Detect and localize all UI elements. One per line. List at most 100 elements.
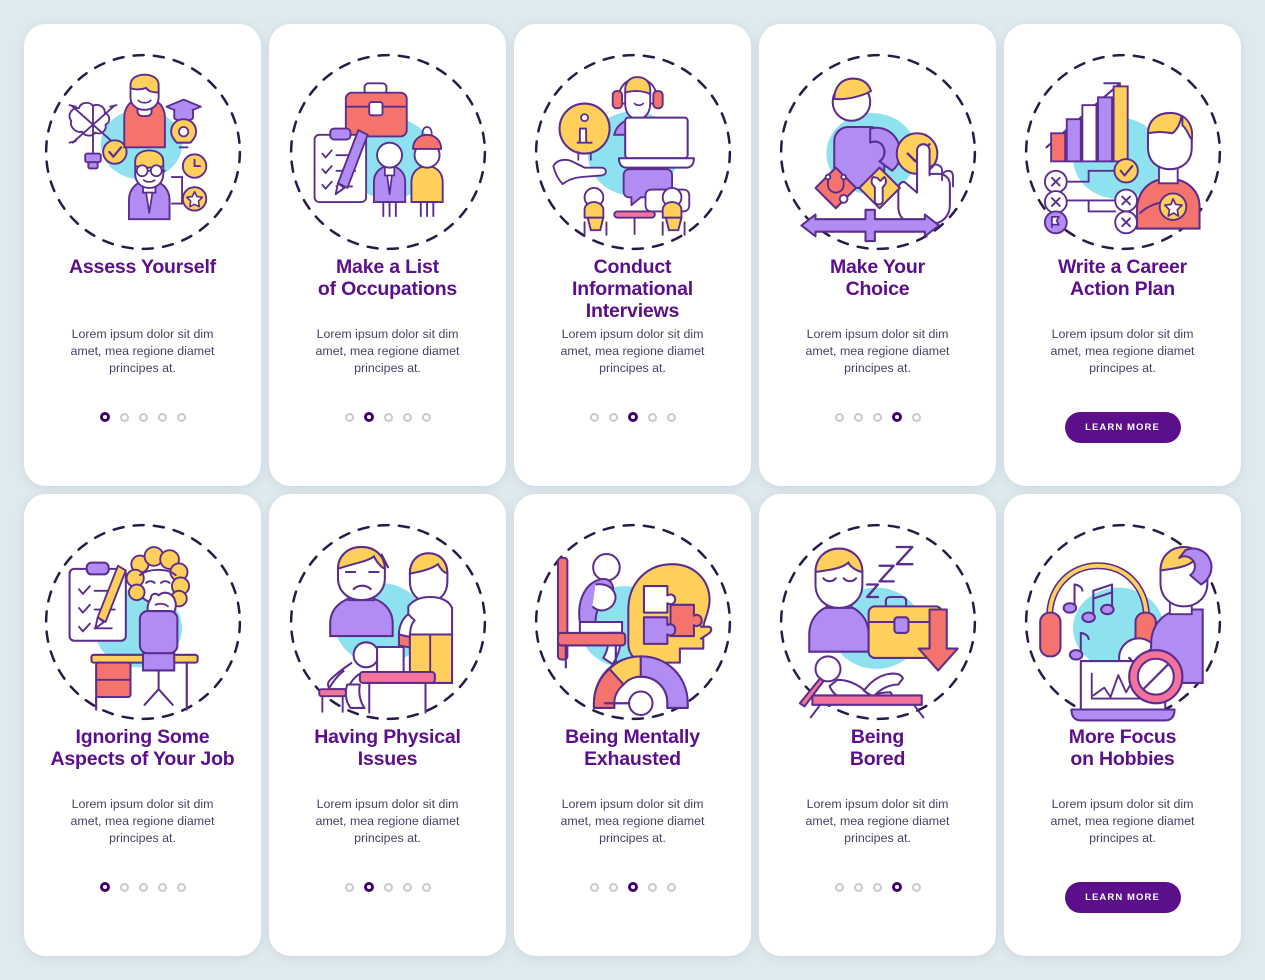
being-bored-illustration — [779, 523, 976, 721]
pagination-dot-4[interactable] — [402, 412, 412, 422]
pagination-dot-5[interactable] — [421, 882, 431, 892]
pagination-dots[interactable] — [99, 412, 186, 422]
physical-issues-illustration — [289, 523, 486, 721]
learn-more-button[interactable]: LEARN MORE — [1064, 412, 1181, 443]
card-body-text: Lorem ipsum dolor sit dim amet, mea regi… — [70, 797, 215, 846]
pagination-dot-3[interactable] — [872, 412, 882, 422]
learn-more-button[interactable]: LEARN MORE — [1064, 882, 1181, 913]
pagination-dot-1-active[interactable] — [99, 882, 110, 892]
pagination-dot-3[interactable] — [383, 412, 393, 422]
card-body-text: Lorem ipsum dolor sit dim amet, mea regi… — [560, 327, 705, 376]
card-title: Assess Yourself — [69, 256, 216, 278]
card-body-text: Lorem ipsum dolor sit dim amet, mea regi… — [315, 797, 460, 846]
pagination-dot-3-active[interactable] — [627, 412, 638, 422]
illustration-container — [279, 504, 496, 722]
pagination-dot-5[interactable] — [176, 882, 186, 892]
pagination-dots[interactable] — [589, 412, 676, 422]
card-grid: Assess Yourself Lorem ipsum dolor sit dim… — [0, 0, 1265, 980]
pagination-dot-2-active[interactable] — [363, 882, 374, 892]
pagination-dot-4-active[interactable] — [891, 412, 902, 422]
more-focus-hobbies-illustration — [1024, 523, 1221, 722]
informational-interviews-illustration — [534, 53, 731, 251]
illustration-container — [769, 504, 986, 722]
pagination-dot-1[interactable] — [344, 412, 354, 422]
pagination-dots[interactable] — [344, 412, 431, 422]
pagination-dot-3-active[interactable] — [627, 882, 638, 892]
pagination-dot-4[interactable] — [402, 882, 412, 892]
pagination-dot-4[interactable] — [157, 882, 167, 892]
pagination-dot-3[interactable] — [138, 882, 148, 892]
pagination-dot-1[interactable] — [834, 882, 844, 892]
card-body-text: Lorem ipsum dolor sit dim amet, mea regi… — [1050, 797, 1195, 846]
pagination-dot-1[interactable] — [344, 882, 354, 892]
ignoring-job-aspects-illustration — [44, 523, 241, 721]
pagination-dot-2[interactable] — [853, 882, 863, 892]
card-more-focus-on-hobbies[interactable]: More Focus on Hobbies Lorem ipsum dolor s… — [1004, 494, 1241, 956]
card-body-text: Lorem ipsum dolor sit dim amet, mea regi… — [805, 327, 950, 376]
pagination-dot-1[interactable] — [834, 412, 844, 422]
pagination-dot-1[interactable] — [589, 882, 599, 892]
pagination-dot-5[interactable] — [176, 412, 186, 422]
pagination-dot-1[interactable] — [589, 412, 599, 422]
pagination-dot-3[interactable] — [872, 882, 882, 892]
pagination-dots[interactable] — [589, 882, 676, 892]
pagination-dot-3[interactable] — [383, 882, 393, 892]
card-write-a-career-action-plan[interactable]: Write a Career Action Plan Lorem ipsum do… — [1004, 24, 1241, 486]
pagination-dot-5[interactable] — [911, 412, 921, 422]
card-body-text: Lorem ipsum dolor sit dim amet, mea regi… — [805, 797, 950, 846]
make-your-choice-illustration — [779, 53, 976, 251]
card-being-bored[interactable]: Being Bored Lorem ipsum dolor sit dim ame… — [759, 494, 996, 956]
pagination-dots[interactable] — [344, 882, 431, 892]
pagination-dots[interactable] — [99, 882, 186, 892]
pagination-dot-5[interactable] — [666, 882, 676, 892]
illustration-container — [1014, 34, 1231, 252]
pagination-dot-4-active[interactable] — [891, 882, 902, 892]
pagination-dot-4[interactable] — [157, 412, 167, 422]
card-conduct-informational-interviews[interactable]: Conduct Informational Interviews Lorem ip… — [514, 24, 751, 486]
card-body-text: Lorem ipsum dolor sit dim amet, mea regi… — [1050, 327, 1195, 376]
card-having-physical-issues[interactable]: Having Physical Issues Lorem ipsum dolor … — [269, 494, 506, 956]
illustration-container — [769, 34, 986, 252]
illustration-container — [34, 34, 251, 252]
pagination-dot-3[interactable] — [138, 412, 148, 422]
pagination-dot-5[interactable] — [666, 412, 676, 422]
card-title: Make a List of Occupations — [317, 256, 458, 301]
pagination-dot-2[interactable] — [608, 412, 618, 422]
mentally-exhausted-illustration — [534, 523, 731, 721]
assess-yourself-illustration — [44, 53, 241, 251]
card-ignoring-some-aspects-of-your-job[interactable]: Ignoring Some Aspects of Your Job Lorem i… — [24, 494, 261, 956]
onboarding-screens-board: Assess Yourself Lorem ipsum dolor sit dim… — [0, 0, 1265, 980]
pagination-dot-5[interactable] — [421, 412, 431, 422]
illustration-container — [279, 34, 496, 252]
card-title: Conduct Informational Interviews — [572, 256, 693, 323]
pagination-dot-1-active[interactable] — [99, 412, 110, 422]
pagination-dot-5[interactable] — [911, 882, 921, 892]
pagination-dots[interactable] — [834, 412, 921, 422]
illustration-container — [524, 34, 741, 252]
career-action-plan-illustration — [1024, 53, 1221, 251]
pagination-dot-2[interactable] — [119, 882, 129, 892]
card-body-text: Lorem ipsum dolor sit dim amet, mea regi… — [315, 327, 460, 376]
card-title: Write a Career Action Plan — [1057, 256, 1188, 301]
card-title: More Focus on Hobbies — [1068, 726, 1177, 771]
card-title: Being Mentally Exhausted — [565, 726, 700, 771]
pagination-dot-2[interactable] — [853, 412, 863, 422]
pagination-dot-2[interactable] — [119, 412, 129, 422]
pagination-dot-4[interactable] — [647, 882, 657, 892]
card-title: Having Physical Issues — [314, 726, 461, 771]
card-make-your-choice[interactable]: Make Your Choice Lorem ipsum dolor sit di… — [759, 24, 996, 486]
illustration-container — [34, 504, 251, 722]
card-title: Being Bored — [849, 726, 906, 771]
pagination-dot-4[interactable] — [647, 412, 657, 422]
card-title: Make Your Choice — [829, 256, 925, 301]
pagination-dots[interactable] — [834, 882, 921, 892]
illustration-container — [524, 504, 741, 722]
illustration-container — [1014, 504, 1231, 722]
pagination-dot-2[interactable] — [608, 882, 618, 892]
card-body-text: Lorem ipsum dolor sit dim amet, mea regi… — [560, 797, 705, 846]
card-body-text: Lorem ipsum dolor sit dim amet, mea regi… — [70, 327, 215, 376]
pagination-dot-2-active[interactable] — [363, 412, 374, 422]
card-assess-yourself[interactable]: Assess Yourself Lorem ipsum dolor sit dim… — [24, 24, 261, 486]
card-being-mentally-exhausted[interactable]: Being Mentally Exhausted Lorem ipsum dolo… — [514, 494, 751, 956]
card-make-a-list-of-occupations[interactable]: Make a List of Occupations Lorem ipsum do… — [269, 24, 506, 486]
